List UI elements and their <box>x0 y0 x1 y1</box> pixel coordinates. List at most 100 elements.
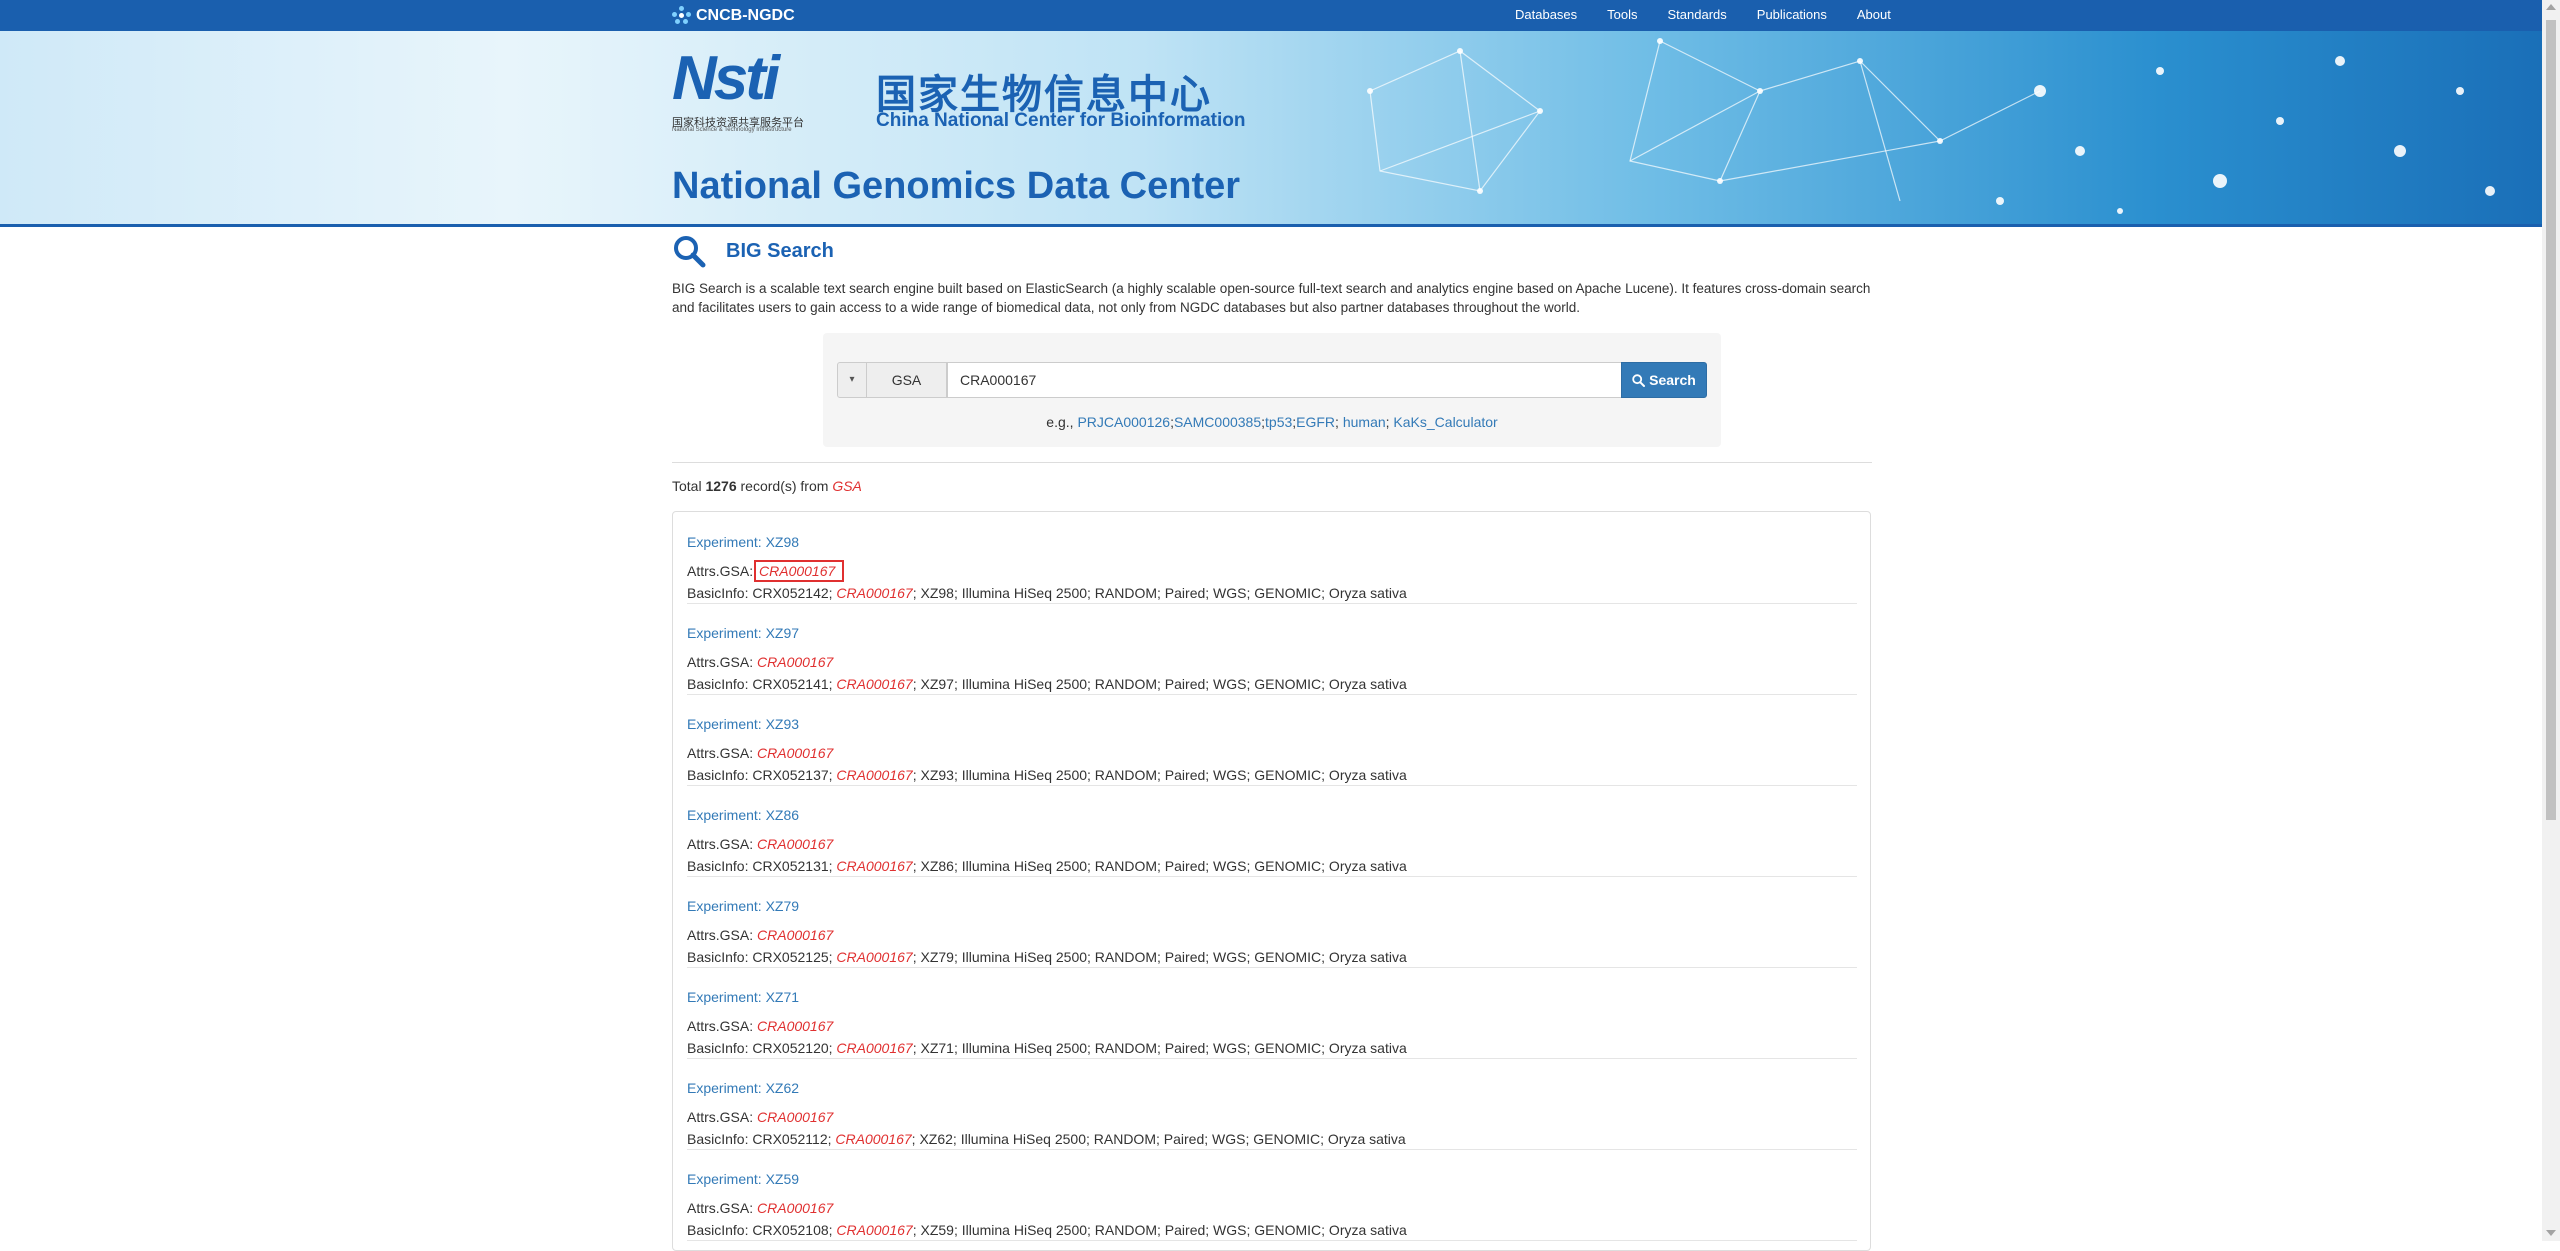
basic-info-rest: ; XZ97; Illumina HiSeq 2500; RANDOM; Pai… <box>912 676 1407 692</box>
result-title-link[interactable]: Experiment: XZ59 <box>687 1171 799 1187</box>
header-banner: Nsti 国家科技资源共享服务平台 National Science & Tec… <box>0 31 2542 225</box>
basic-info-highlight: CRA000167 <box>836 585 913 601</box>
result-basic-info: BasicInfo: CRX052125; CRA000167; XZ79; I… <box>687 949 1407 965</box>
attrs-highlight: CRA000167 <box>757 836 834 852</box>
basic-info-rest: ; XZ59; Illumina HiSeq 2500; RANDOM; Pai… <box>912 1222 1407 1238</box>
basic-info-label: BasicInfo: CRX052137; <box>687 767 837 783</box>
attrs-highlight: CRA000167 <box>757 1200 834 1216</box>
basic-info-label: BasicInfo: CRX052142; <box>687 585 837 601</box>
result-attrs: Attrs.GSA: CRA000167 <box>687 927 833 943</box>
basic-info-rest: ; XZ86; Illumina HiSeq 2500; RANDOM; Pai… <box>912 858 1407 874</box>
nsti-en-text: National Science & Technology Infrastruc… <box>672 127 792 133</box>
result-attrs: Attrs.GSA: CRA000167 <box>687 1018 833 1034</box>
basic-info-highlight: CRA000167 <box>836 676 913 692</box>
list-item: Experiment: XZ93 Attrs.GSA: CRA000167 Basi… <box>687 694 1857 786</box>
nav-about[interactable]: About <box>1842 7 1906 22</box>
result-title-link[interactable]: Experiment: XZ97 <box>687 625 799 641</box>
result-basic-info: BasicInfo: CRX052112; CRA000167; XZ62; I… <box>687 1131 1406 1147</box>
example-link[interactable]: human <box>1343 414 1386 430</box>
cncb-en-title: China National Center for Bioinformation <box>876 110 1246 131</box>
attrs-highlight: CRA000167 <box>757 1109 834 1125</box>
result-attrs: Attrs.GSA: CRA000167 <box>687 560 845 582</box>
examples-prefix: e.g., <box>1046 414 1078 430</box>
attrs-highlight: CRA000167 <box>757 1018 834 1034</box>
search-input[interactable] <box>947 362 1622 398</box>
result-title-link[interactable]: Experiment: XZ71 <box>687 989 799 1005</box>
scroll-thumb[interactable] <box>2546 20 2556 820</box>
page-title: BIG Search <box>672 234 834 268</box>
list-item: Experiment: XZ62 Attrs.GSA: CRA000167 Basi… <box>687 1058 1857 1150</box>
nav-publications[interactable]: Publications <box>1742 7 1842 22</box>
results-count: 1276 <box>705 478 737 494</box>
basic-info-rest: ; XZ98; Illumina HiSeq 2500; RANDOM; Pai… <box>912 585 1407 601</box>
basic-info-label: BasicInfo: CRX052125; <box>687 949 837 965</box>
attrs-label: Attrs.GSA: <box>687 927 758 943</box>
selected-database[interactable]: GSA <box>867 362 947 398</box>
main-nav: Databases Tools Standards Publications A… <box>1500 7 1906 22</box>
scroll-up-arrow-icon[interactable] <box>2546 4 2556 10</box>
nav-tools[interactable]: Tools <box>1592 7 1652 22</box>
result-basic-info: BasicInfo: CRX052137; CRA000167; XZ93; I… <box>687 767 1407 783</box>
summary-prefix: Total <box>672 478 706 494</box>
basic-info-label: BasicInfo: CRX052108; <box>687 1222 837 1238</box>
basic-info-label: BasicInfo: CRX052112; <box>687 1131 836 1147</box>
basic-info-label: BasicInfo: CRX052120; <box>687 1040 837 1056</box>
basic-info-highlight: CRA000167 <box>836 858 913 874</box>
database-dropdown-toggle[interactable]: ▾ <box>837 362 867 398</box>
example-link[interactable]: PRJCA000126 <box>1077 414 1170 430</box>
result-attrs: Attrs.GSA: CRA000167 <box>687 836 833 852</box>
nav-standards[interactable]: Standards <box>1653 7 1742 22</box>
result-basic-info: BasicInfo: CRX052120; CRA000167; XZ71; I… <box>687 1040 1407 1056</box>
result-basic-info: BasicInfo: CRX052142; CRA000167; XZ98; I… <box>687 585 1407 601</box>
attrs-label: Attrs.GSA: <box>687 1109 758 1125</box>
results-source: GSA <box>832 478 862 494</box>
result-attrs: Attrs.GSA: CRA000167 <box>687 1200 833 1216</box>
banner-divider <box>0 224 2542 227</box>
nav-databases[interactable]: Databases <box>1500 7 1592 22</box>
example-link[interactable]: KaKs_Calculator <box>1393 414 1497 430</box>
nsti-logo-text: Nsti <box>672 44 780 113</box>
ngdc-title: National Genomics Data Center <box>672 165 1241 207</box>
attrs-highlight: CRA000167 <box>757 654 834 670</box>
result-attrs: Attrs.GSA: CRA000167 <box>687 745 833 761</box>
result-basic-info: BasicInfo: CRX052141; CRA000167; XZ97; I… <box>687 676 1407 692</box>
attrs-label: Attrs.GSA: <box>687 563 758 579</box>
list-item: Experiment: XZ98 Attrs.GSA: CRA000167 Basi… <box>687 512 1857 604</box>
page-title-text: BIG Search <box>726 239 834 262</box>
brand-link[interactable]: CNCB-NGDC <box>672 6 795 26</box>
result-basic-info: BasicInfo: CRX052108; CRA000167; XZ59; I… <box>687 1222 1407 1238</box>
brand-text: CNCB-NGDC <box>696 7 795 24</box>
result-title-link[interactable]: Experiment: XZ79 <box>687 898 799 914</box>
attrs-label: Attrs.GSA: <box>687 1018 758 1034</box>
top-navbar: CNCB-NGDC Databases Tools Standards Publ… <box>0 0 2542 31</box>
result-basic-info: BasicInfo: CRX052131; CRA000167; XZ86; I… <box>687 858 1407 874</box>
results-summary: Total 1276 record(s) from GSA <box>672 478 862 494</box>
attrs-highlight: CRA000167 <box>757 745 834 761</box>
attrs-highlight: CRA000167 <box>754 560 845 582</box>
network-graphic <box>1367 38 2495 214</box>
basic-info-rest: ; XZ79; Illumina HiSeq 2500; RANDOM; Pai… <box>912 949 1407 965</box>
list-item: Experiment: XZ59 Attrs.GSA: CRA000167 Basi… <box>687 1149 1857 1241</box>
summary-middle: record(s) from <box>736 478 833 494</box>
result-title-link[interactable]: Experiment: XZ98 <box>687 534 799 550</box>
result-title-link[interactable]: Experiment: XZ62 <box>687 1080 799 1096</box>
attrs-label: Attrs.GSA: <box>687 836 758 852</box>
result-title-link[interactable]: Experiment: XZ86 <box>687 807 799 823</box>
list-item: Experiment: XZ86 Attrs.GSA: CRA000167 Basi… <box>687 785 1857 877</box>
example-link[interactable]: SAMC000385 <box>1174 414 1261 430</box>
search-button[interactable]: Search <box>1621 362 1707 398</box>
example-link[interactable]: EGFR <box>1296 414 1335 430</box>
attrs-label: Attrs.GSA: <box>687 654 758 670</box>
scroll-down-arrow-icon[interactable] <box>2546 1230 2556 1236</box>
list-item: Experiment: XZ71 Attrs.GSA: CRA000167 Basi… <box>687 967 1857 1059</box>
basic-info-label: BasicInfo: CRX052131; <box>687 858 837 874</box>
nsti-logo[interactable]: Nsti 国家科技资源共享服务平台 National Science & Tec… <box>672 46 842 134</box>
result-title-link[interactable]: Experiment: XZ93 <box>687 716 799 732</box>
caret-down-icon: ▾ <box>849 374 855 385</box>
search-examples: e.g., PRJCA000126;SAMC000385;tp53;EGFR; … <box>1046 414 1498 430</box>
brand-dots-icon <box>672 6 692 26</box>
basic-info-rest: ; XZ62; Illumina HiSeq 2500; RANDOM; Pai… <box>911 1131 1406 1147</box>
basic-info-highlight: CRA000167 <box>836 949 913 965</box>
basic-info-rest: ; XZ93; Illumina HiSeq 2500; RANDOM; Pai… <box>912 767 1407 783</box>
example-link[interactable]: tp53 <box>1265 414 1292 430</box>
